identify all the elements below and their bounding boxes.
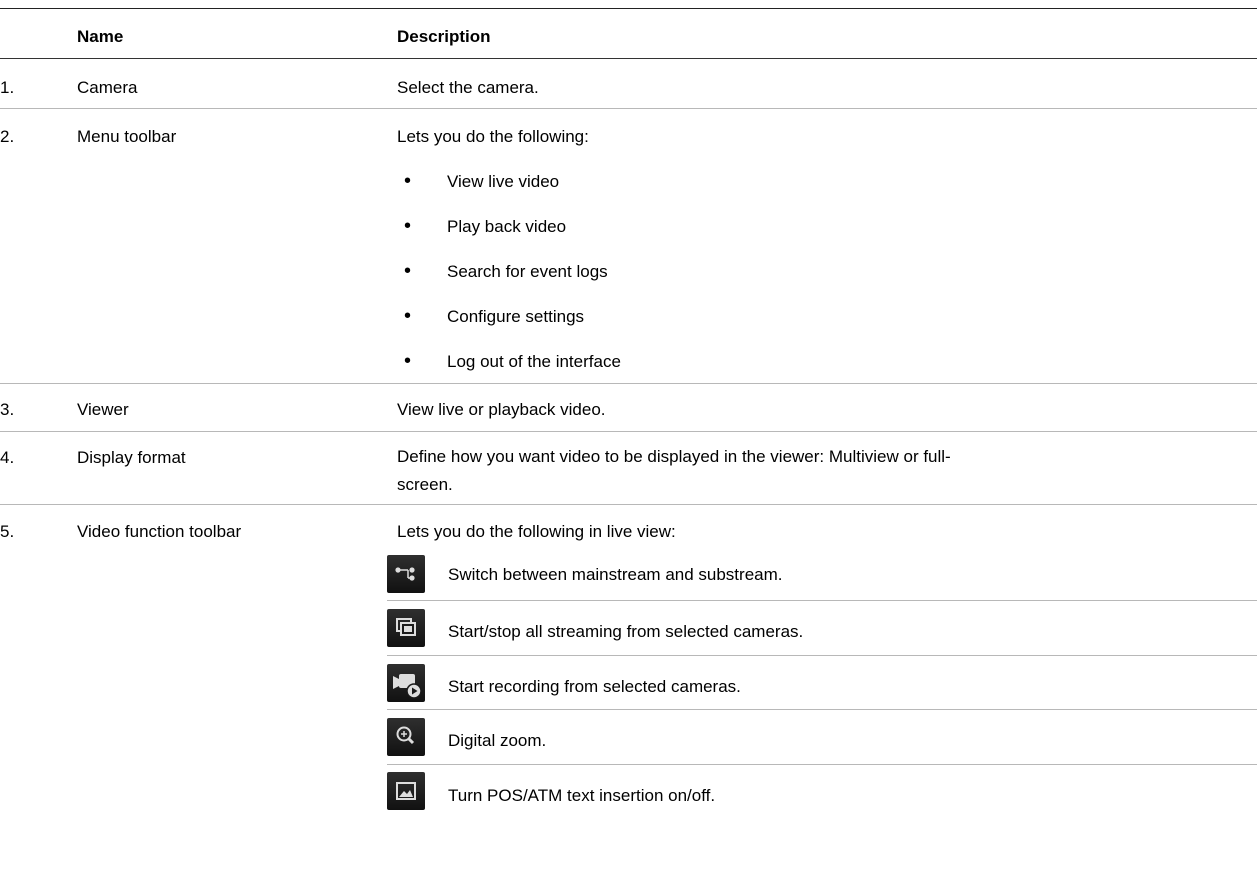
row-rule — [0, 383, 1257, 384]
row-rule — [0, 108, 1257, 109]
row-number: 5. — [0, 522, 15, 541]
icon-item-text: Turn POS/ATM text insertion on/off. — [448, 786, 716, 805]
all-streaming-icon — [387, 609, 425, 647]
image-text-icon — [387, 772, 425, 810]
row-number: 3. — [0, 400, 15, 419]
column-header-name: Name — [77, 27, 124, 46]
column-header-description: Description — [397, 27, 491, 46]
row-description: Select the camera. — [397, 78, 539, 97]
row-name: Camera — [77, 78, 138, 97]
stream-switch-icon — [387, 555, 425, 593]
table-top-rule — [0, 8, 1257, 9]
icon-item-text: Start recording from selected cameras. — [448, 677, 741, 696]
bullet-icon: • — [404, 350, 412, 372]
list-item-text: Log out of the interface — [447, 352, 621, 371]
icon-row-rule — [387, 709, 1257, 710]
zoom-in-icon — [387, 718, 425, 756]
bullet-icon: • — [404, 215, 412, 237]
record-camera-icon — [387, 664, 425, 702]
row-description: Lets you do the following: — [397, 127, 589, 146]
icon-item-text: Digital zoom. — [448, 731, 547, 750]
list-item-text: Configure settings — [447, 307, 585, 326]
row-description: View live or playback video. — [397, 400, 606, 419]
row-name: Viewer — [77, 400, 129, 419]
row-description: Define how you want video to be displaye… — [397, 447, 951, 494]
list-item-text: Play back video — [447, 217, 567, 236]
list-item-text: View live video — [447, 172, 560, 191]
row-number: 1. — [0, 78, 15, 97]
list-item-text: Search for event logs — [447, 262, 608, 281]
row-name: Menu toolbar — [77, 127, 177, 146]
bullet-icon: • — [404, 170, 412, 192]
icon-row-rule — [387, 655, 1257, 656]
row-number: 4. — [0, 448, 15, 467]
bullet-icon: • — [404, 305, 412, 327]
row-rule — [0, 431, 1257, 432]
icon-row-rule — [387, 764, 1257, 765]
row-rule — [0, 504, 1257, 505]
row-description: Lets you do the following in live view: — [397, 522, 676, 541]
row-number: 2. — [0, 127, 15, 146]
header-rule — [0, 58, 1257, 59]
bullet-icon: • — [404, 260, 412, 282]
icon-item-text: Start/stop all streaming from selected c… — [448, 622, 804, 641]
icon-row-rule — [387, 600, 1257, 601]
icon-item-text: Switch between mainstream and substream. — [448, 565, 783, 584]
row-name: Video function toolbar — [77, 522, 242, 541]
row-name: Display format — [77, 448, 186, 467]
